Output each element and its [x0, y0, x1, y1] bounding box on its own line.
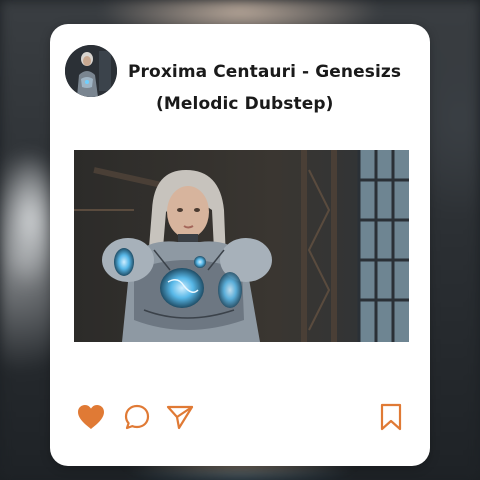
save-button[interactable] [376, 402, 406, 432]
avatar-image [65, 45, 117, 97]
bookmark-icon [380, 403, 402, 431]
comment-icon [124, 404, 150, 430]
post-image-art [74, 150, 409, 342]
post-card: Proxima Centauri - Genesizs (Melodic Dub… [50, 24, 430, 466]
share-button[interactable] [165, 402, 195, 432]
post-image[interactable] [74, 150, 409, 342]
avatar[interactable] [65, 45, 117, 97]
send-icon [166, 405, 194, 430]
post-title: Proxima Centauri - Genesizs [128, 62, 402, 82]
like-button[interactable] [76, 402, 106, 432]
comment-button[interactable] [122, 402, 152, 432]
post-subtitle: (Melodic Dubstep) [156, 94, 334, 114]
heart-icon [78, 405, 104, 429]
action-bar [50, 402, 430, 436]
